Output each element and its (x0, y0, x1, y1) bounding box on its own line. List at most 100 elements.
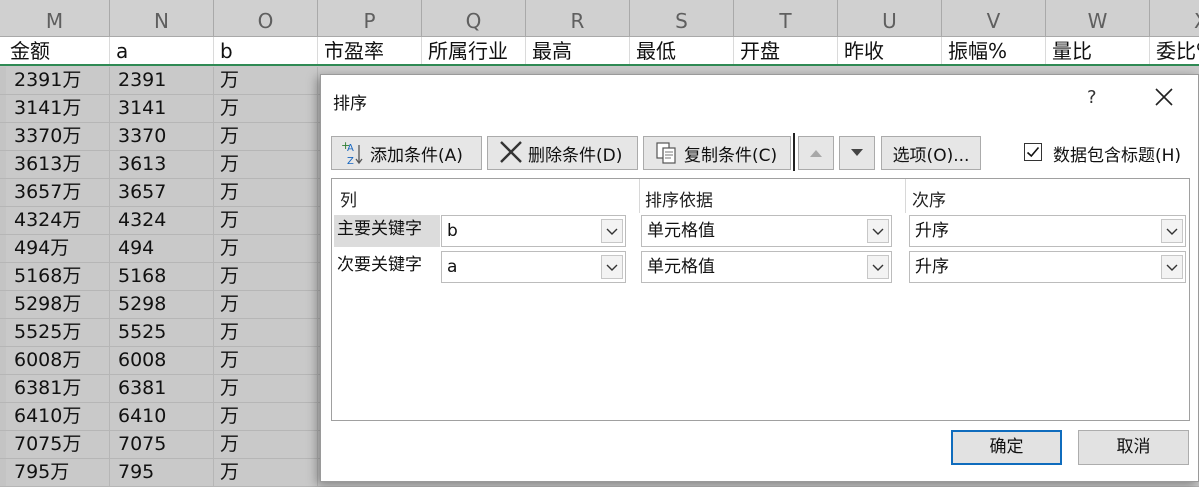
sort-dialog: 排序 ? + A Z 添加条件(A) 删除条件(D) 复制条件(C) 选项(O)… (320, 74, 1199, 482)
triangle-down-icon (850, 143, 864, 163)
close-icon[interactable] (1152, 85, 1176, 109)
copy-condition-button[interactable]: 复制条件(C) (643, 136, 791, 170)
delete-condition-button[interactable]: 删除条件(D) (487, 136, 638, 170)
cell-a[interactable]: 5525 (110, 319, 214, 346)
cell-header-amplitude[interactable]: 振幅% (942, 37, 1046, 64)
cell-a[interactable]: 3657 (110, 179, 214, 206)
cell-b[interactable]: 万 (214, 403, 318, 430)
primary-sort-on-select[interactable]: 单元格值 (641, 215, 892, 247)
cell-amount[interactable]: 3141万 (6, 95, 110, 122)
secondary-order-select[interactable]: 升序 (909, 251, 1186, 283)
cell-amount[interactable]: 5525万 (6, 319, 110, 346)
cell-amount[interactable]: 6381万 (6, 375, 110, 402)
primary-sort-on-value: 单元格值 (647, 221, 715, 241)
cell-amount[interactable]: 7075万 (6, 431, 110, 458)
cell-a[interactable]: 2391 (110, 67, 214, 94)
cell-a[interactable]: 6381 (110, 375, 214, 402)
column-header-v[interactable]: V (942, 0, 1046, 37)
cell-header-b[interactable]: b (214, 37, 318, 64)
cell-b[interactable]: 万 (214, 431, 318, 458)
cell-header-open[interactable]: 开盘 (734, 37, 838, 64)
chevron-down-icon[interactable] (867, 255, 889, 279)
column-header-p[interactable]: P (318, 0, 422, 37)
cell-header-volume-ratio[interactable]: 量比 (1046, 37, 1150, 64)
has-headers-checkbox[interactable] (1024, 143, 1042, 161)
column-header-o[interactable]: O (214, 0, 318, 37)
column-header-u[interactable]: U (838, 0, 942, 37)
primary-order-select[interactable]: 升序 (909, 215, 1186, 247)
options-button[interactable]: 选项(O)... (881, 136, 981, 170)
primary-column-select[interactable]: b (441, 215, 626, 247)
cell-header-amount[interactable]: 金额 (0, 37, 110, 64)
cell-amount[interactable]: 4324万 (6, 207, 110, 234)
cell-header-bid-ratio[interactable]: 委比% (1150, 37, 1199, 64)
column-header-q[interactable]: Q (422, 0, 526, 37)
cell-a[interactable]: 4324 (110, 207, 214, 234)
chevron-down-icon[interactable] (601, 219, 623, 243)
cell-header-pe[interactable]: 市盈率 (318, 37, 422, 64)
cell-b[interactable]: 万 (214, 179, 318, 206)
column-header-t[interactable]: T (734, 0, 838, 37)
secondary-sort-on-select[interactable]: 单元格值 (641, 251, 892, 283)
cell-header-prev-close[interactable]: 昨收 (838, 37, 942, 64)
cell-b[interactable]: 万 (214, 151, 318, 178)
secondary-sort-on-value: 单元格值 (647, 257, 715, 277)
cell-b[interactable]: 万 (214, 263, 318, 290)
cell-a[interactable]: 5298 (110, 291, 214, 318)
cell-b[interactable]: 万 (214, 95, 318, 122)
cell-header-low[interactable]: 最低 (630, 37, 734, 64)
cell-amount[interactable]: 3370万 (6, 123, 110, 150)
cell-b[interactable]: 万 (214, 347, 318, 374)
column-header-x[interactable]: X (1150, 0, 1199, 37)
cell-a[interactable]: 3370 (110, 123, 214, 150)
cell-header-industry[interactable]: 所属行业 (422, 37, 526, 64)
secondary-key-label[interactable]: 次要关键字 (334, 251, 440, 283)
help-button[interactable]: ? (1087, 87, 1097, 108)
svg-text:A: A (347, 143, 354, 154)
column-header-r[interactable]: R (526, 0, 630, 37)
add-condition-button[interactable]: + A Z 添加条件(A) (331, 136, 482, 170)
cell-header-high[interactable]: 最高 (526, 37, 630, 64)
cell-amount[interactable]: 6008万 (6, 347, 110, 374)
cell-a[interactable]: 6410 (110, 403, 214, 430)
cell-a[interactable]: 494 (110, 235, 214, 262)
column-header-s[interactable]: S (630, 0, 734, 37)
chevron-down-icon[interactable] (601, 255, 623, 279)
cell-b[interactable]: 万 (214, 235, 318, 262)
column-header-n[interactable]: N (110, 0, 214, 37)
cell-header-a[interactable]: a (110, 37, 214, 64)
has-headers-label[interactable]: 数据包含标题(H) (1053, 141, 1181, 166)
cancel-button[interactable]: 取消 (1078, 430, 1189, 465)
cell-b[interactable]: 万 (214, 291, 318, 318)
cell-b[interactable]: 万 (214, 375, 318, 402)
cell-amount[interactable]: 494万 (6, 235, 110, 262)
cell-a[interactable]: 3613 (110, 151, 214, 178)
cell-amount[interactable]: 3613万 (6, 151, 110, 178)
cell-b[interactable]: 万 (214, 319, 318, 346)
cell-a[interactable]: 7075 (110, 431, 214, 458)
cell-amount[interactable]: 2391万 (6, 67, 110, 94)
cell-amount[interactable]: 5298万 (6, 291, 110, 318)
chevron-down-icon[interactable] (1161, 255, 1183, 279)
cell-a[interactable]: 3141 (110, 95, 214, 122)
ok-button[interactable]: 确定 (951, 430, 1062, 465)
cell-a[interactable]: 5168 (110, 263, 214, 290)
grid-divider (639, 179, 640, 213)
column-header-w[interactable]: W (1046, 0, 1150, 37)
column-header-m[interactable]: M (0, 0, 110, 37)
add-sort-level-icon: + A Z (338, 139, 368, 167)
secondary-column-select[interactable]: a (441, 251, 626, 283)
header-row: 金额 a b 市盈率 所属行业 最高 最低 开盘 昨收 振幅% 量比 委比% (0, 37, 1199, 66)
move-down-button[interactable] (839, 136, 875, 170)
chevron-down-icon[interactable] (867, 219, 889, 243)
move-up-button[interactable] (798, 136, 834, 170)
cell-a[interactable]: 6008 (110, 347, 214, 374)
cell-amount[interactable]: 5168万 (6, 263, 110, 290)
cell-amount[interactable]: 6410万 (6, 403, 110, 430)
cell-amount[interactable]: 3657万 (6, 179, 110, 206)
chevron-down-icon[interactable] (1161, 219, 1183, 243)
cell-b[interactable]: 万 (214, 207, 318, 234)
primary-key-label[interactable]: 主要关键字 (334, 215, 440, 247)
cell-b[interactable]: 万 (214, 67, 318, 94)
cell-b[interactable]: 万 (214, 123, 318, 150)
